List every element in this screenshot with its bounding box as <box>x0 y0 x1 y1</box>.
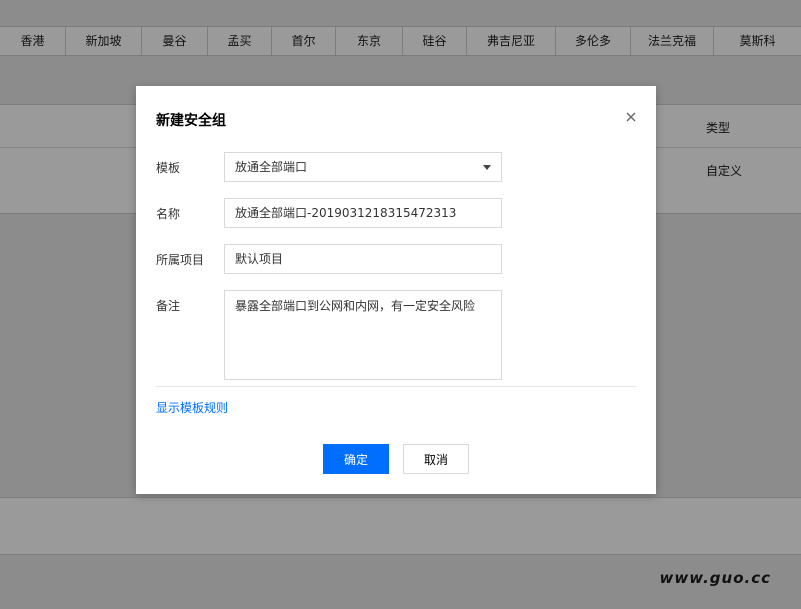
background-footer-panel <box>0 497 801 555</box>
show-template-rules-link[interactable]: 显示模板规则 <box>156 399 228 416</box>
remark-label: 备注 <box>156 299 181 313</box>
name-label: 名称 <box>156 207 181 221</box>
region-tab-frankfurt[interactable]: 法兰克福 <box>631 27 714 55</box>
region-tab-bangkok[interactable]: 曼谷 <box>142 27 208 55</box>
project-label: 所属项目 <box>156 253 205 267</box>
template-select[interactable]: 放通全部端口 <box>224 152 502 182</box>
template-select-value: 放通全部端口 <box>235 160 308 174</box>
name-input[interactable]: 放通全部端口-2019031218315472313 <box>224 198 502 228</box>
region-tab-mumbai[interactable]: 孟买 <box>208 27 272 55</box>
region-tab-siliconvalley[interactable]: 硅谷 <box>403 27 467 55</box>
region-tab-virginia[interactable]: 弗吉尼亚 <box>467 27 556 55</box>
watermark-text: www.guo.cc <box>659 569 771 587</box>
confirm-button[interactable]: 确定 <box>323 444 389 474</box>
region-tab-seoul[interactable]: 首尔 <box>272 27 336 55</box>
region-tab-bar: 香港 新加坡 曼谷 孟买 首尔 东京 硅谷 弗吉尼亚 多伦多 法兰克福 莫斯科 <box>0 26 801 56</box>
region-tab-tokyo[interactable]: 东京 <box>336 27 403 55</box>
template-label: 模板 <box>156 161 181 175</box>
name-input-value: 放通全部端口-2019031218315472313 <box>235 206 457 220</box>
column-header-type: 类型 <box>706 121 731 135</box>
region-tab-moscow[interactable]: 莫斯科 <box>714 27 801 55</box>
table-cell-type: 自定义 <box>706 164 743 178</box>
close-icon[interactable] <box>624 110 638 124</box>
dialog-divider <box>156 386 636 387</box>
region-tab-singapore[interactable]: 新加坡 <box>66 27 142 55</box>
project-select[interactable]: 默认项目 <box>224 244 502 274</box>
caret-down-icon <box>483 165 491 170</box>
project-select-value: 默认项目 <box>235 252 284 266</box>
remark-textarea-value: 暴露全部端口到公网和内网，有一定安全风险 <box>235 299 476 313</box>
create-security-group-dialog: 新建安全组 模板 放通全部端口 名称 放通全部端口-20190312183154… <box>136 86 656 494</box>
region-tab-hongkong[interactable]: 香港 <box>0 27 66 55</box>
remark-textarea[interactable]: 暴露全部端口到公网和内网，有一定安全风险 <box>224 290 502 380</box>
cancel-button[interactable]: 取消 <box>403 444 469 474</box>
dialog-title: 新建安全组 <box>156 113 226 129</box>
region-tab-toronto[interactable]: 多伦多 <box>556 27 631 55</box>
